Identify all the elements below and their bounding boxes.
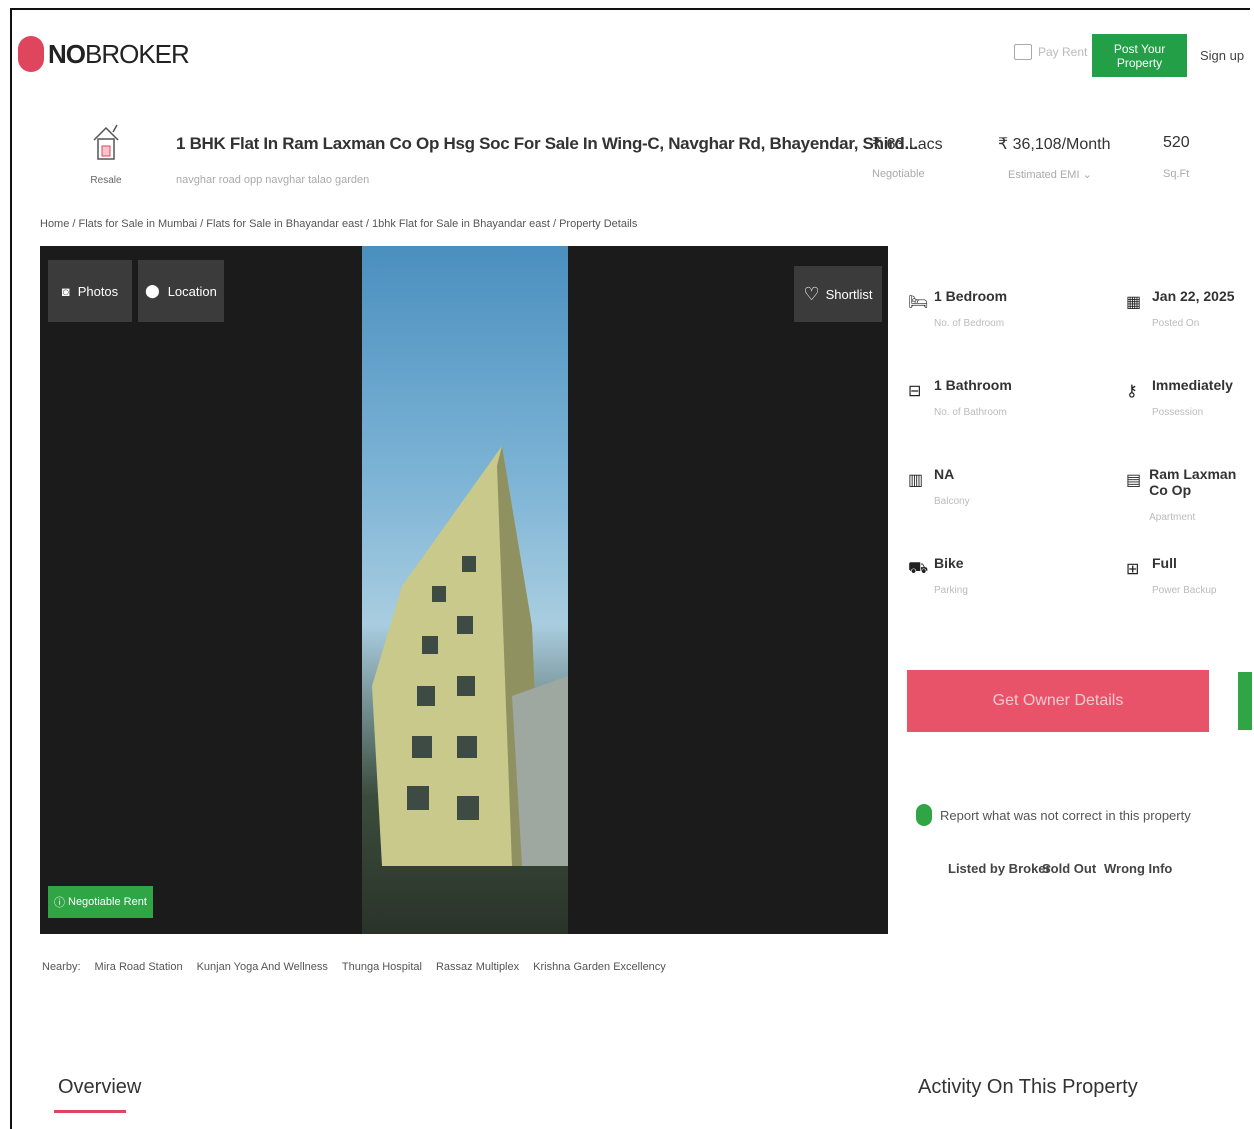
detail-label: No. of Bathroom <box>934 407 1007 418</box>
listing-title: 1 BHK Flat In Ram Laxman Co Op Hsg Soc F… <box>176 134 918 153</box>
bath-icon: ⊟ <box>908 383 922 400</box>
sign-up-link[interactable]: Sign up <box>1200 48 1244 63</box>
nearby-place[interactable]: Mira Road Station <box>95 961 183 973</box>
logo-bold-text: NO <box>48 38 86 69</box>
detail-value: 1 Bedroom <box>934 288 1008 304</box>
detail-label: No. of Bedroom <box>934 318 1005 329</box>
logo-mark-icon <box>18 36 44 72</box>
breadcrumb[interactable]: Home / Flats for Sale in Mumbai / Flats … <box>40 218 637 230</box>
price-value: ₹ 63 Lacs <box>872 136 943 153</box>
photo-gallery[interactable]: ◙ Photos ⬤ Location ♡ Shortlist ⓘ Negoti… <box>40 246 888 934</box>
logo-rest-text: BROKER <box>85 38 190 69</box>
key-icon: ⚷ <box>1126 383 1138 400</box>
detail-label: Apartment <box>1149 512 1196 523</box>
detail-balcony: ▥ NA Balcony <box>908 466 970 507</box>
detail-value: NA <box>934 466 955 482</box>
pay-rent-label: Pay Rent <box>1038 45 1088 59</box>
detail-value: Bike <box>934 555 964 571</box>
shortlist-button[interactable]: ♡ Shortlist <box>794 266 882 322</box>
detail-parking: ⛟ Bike Parking <box>908 555 968 596</box>
report-wrong-info[interactable]: Wrong Info <box>1104 861 1172 876</box>
listing-address: navghar road opp navghar talao garden <box>176 174 370 186</box>
post-property-button[interactable]: Post Your Property <box>1092 34 1187 77</box>
location-icon: ⬤ <box>145 283 160 298</box>
detail-value: 1 Bathroom <box>934 377 1012 393</box>
detail-label: Possession <box>1152 407 1204 418</box>
report-sold-out[interactable]: Sold Out <box>1042 861 1096 876</box>
detail-apartment: ▤ Ram Laxman Co Op Apartment <box>1126 466 1254 523</box>
resale-label: Resale <box>90 175 122 186</box>
detail-bathroom: ⊟ 1 Bathroom No. of Bathroom <box>908 377 1012 418</box>
nobroker-logo[interactable]: NOBROKER <box>18 36 190 72</box>
area-unit: Sq.Ft <box>1163 168 1190 180</box>
nearby-place[interactable]: Rassaz Multiplex <box>436 961 519 973</box>
negotiable-label: Negotiable Rent <box>68 896 147 908</box>
detail-power-backup: ⊞ Full Power Backup <box>1126 555 1216 596</box>
heart-icon: ♡ <box>803 283 820 304</box>
location-button[interactable]: ⬤ Location <box>138 260 224 322</box>
building-image <box>372 446 568 866</box>
nearby-place[interactable]: Krishna Garden Excellency <box>533 961 666 973</box>
detail-value: Full <box>1152 555 1177 571</box>
detail-value: Ram Laxman Co Op <box>1149 466 1237 498</box>
detail-value: Jan 22, 2025 <box>1152 288 1235 304</box>
nearby-list: Nearby: Mira Road Station Kunjan Yoga An… <box>42 961 666 973</box>
car-icon: ⛟ <box>908 560 929 577</box>
house-icon <box>93 124 119 160</box>
photos-label: Photos <box>77 283 119 299</box>
tab-overview-underline <box>54 1110 126 1113</box>
calendar-icon: ▦ <box>1126 294 1142 311</box>
resale-badge: Resale <box>88 122 124 186</box>
tab-overview[interactable]: Overview <box>58 1076 141 1099</box>
detail-label: Posted On <box>1152 318 1200 329</box>
nearby-place[interactable]: Thunga Hospital <box>342 961 422 973</box>
report-section: Report what was not correct in this prop… <box>916 804 1191 826</box>
activity-heading: Activity On This Property <box>918 1076 1138 1098</box>
report-listed-by-broker[interactable]: Listed by Broker <box>948 861 1051 876</box>
detail-posted-on: ▦ Jan 22, 2025 Posted On <box>1126 288 1235 329</box>
building-icon: ▤ <box>1126 472 1142 489</box>
detail-label: Balcony <box>934 496 970 507</box>
pay-rent-link[interactable]: Pay Rent <box>1014 44 1087 60</box>
location-label: Location <box>167 283 217 299</box>
photos-button[interactable]: ◙ Photos <box>48 260 132 322</box>
detail-label: Parking <box>934 585 968 596</box>
detail-label: Power Backup <box>1152 585 1217 596</box>
battery-icon: ⊞ <box>1126 561 1140 578</box>
detail-possession: ⚷ Immediately Possession <box>1126 377 1233 418</box>
emi-dropdown[interactable]: Estimated EMI ⌄ <box>1008 168 1092 181</box>
pay-rent-icon <box>1014 44 1032 60</box>
bed-icon: 🛏 <box>908 294 929 311</box>
camera-icon: ◙ <box>61 283 70 299</box>
nearby-place[interactable]: Kunjan Yoga And Wellness <box>197 961 328 973</box>
side-tab[interactable] <box>1238 672 1252 730</box>
emi-value: ₹ 36,108/Month <box>998 136 1111 153</box>
detail-bedroom: 🛏 1 Bedroom No. of Bedroom <box>908 288 1007 329</box>
shortlist-label: Shortlist <box>825 286 873 302</box>
info-icon: ⓘ <box>54 897 65 909</box>
detail-value: Immediately <box>1152 377 1233 393</box>
report-icon <box>916 804 932 826</box>
get-owner-details-button[interactable]: Get Owner Details <box>907 670 1209 732</box>
negotiable-badge: ⓘ Negotiable Rent <box>48 886 153 918</box>
balcony-icon: ▥ <box>908 472 924 489</box>
report-text: Report what was not correct in this prop… <box>940 807 1191 823</box>
nearby-label: Nearby: <box>42 961 81 973</box>
area-value: 520 <box>1163 134 1190 151</box>
price-note: Negotiable <box>872 168 925 180</box>
